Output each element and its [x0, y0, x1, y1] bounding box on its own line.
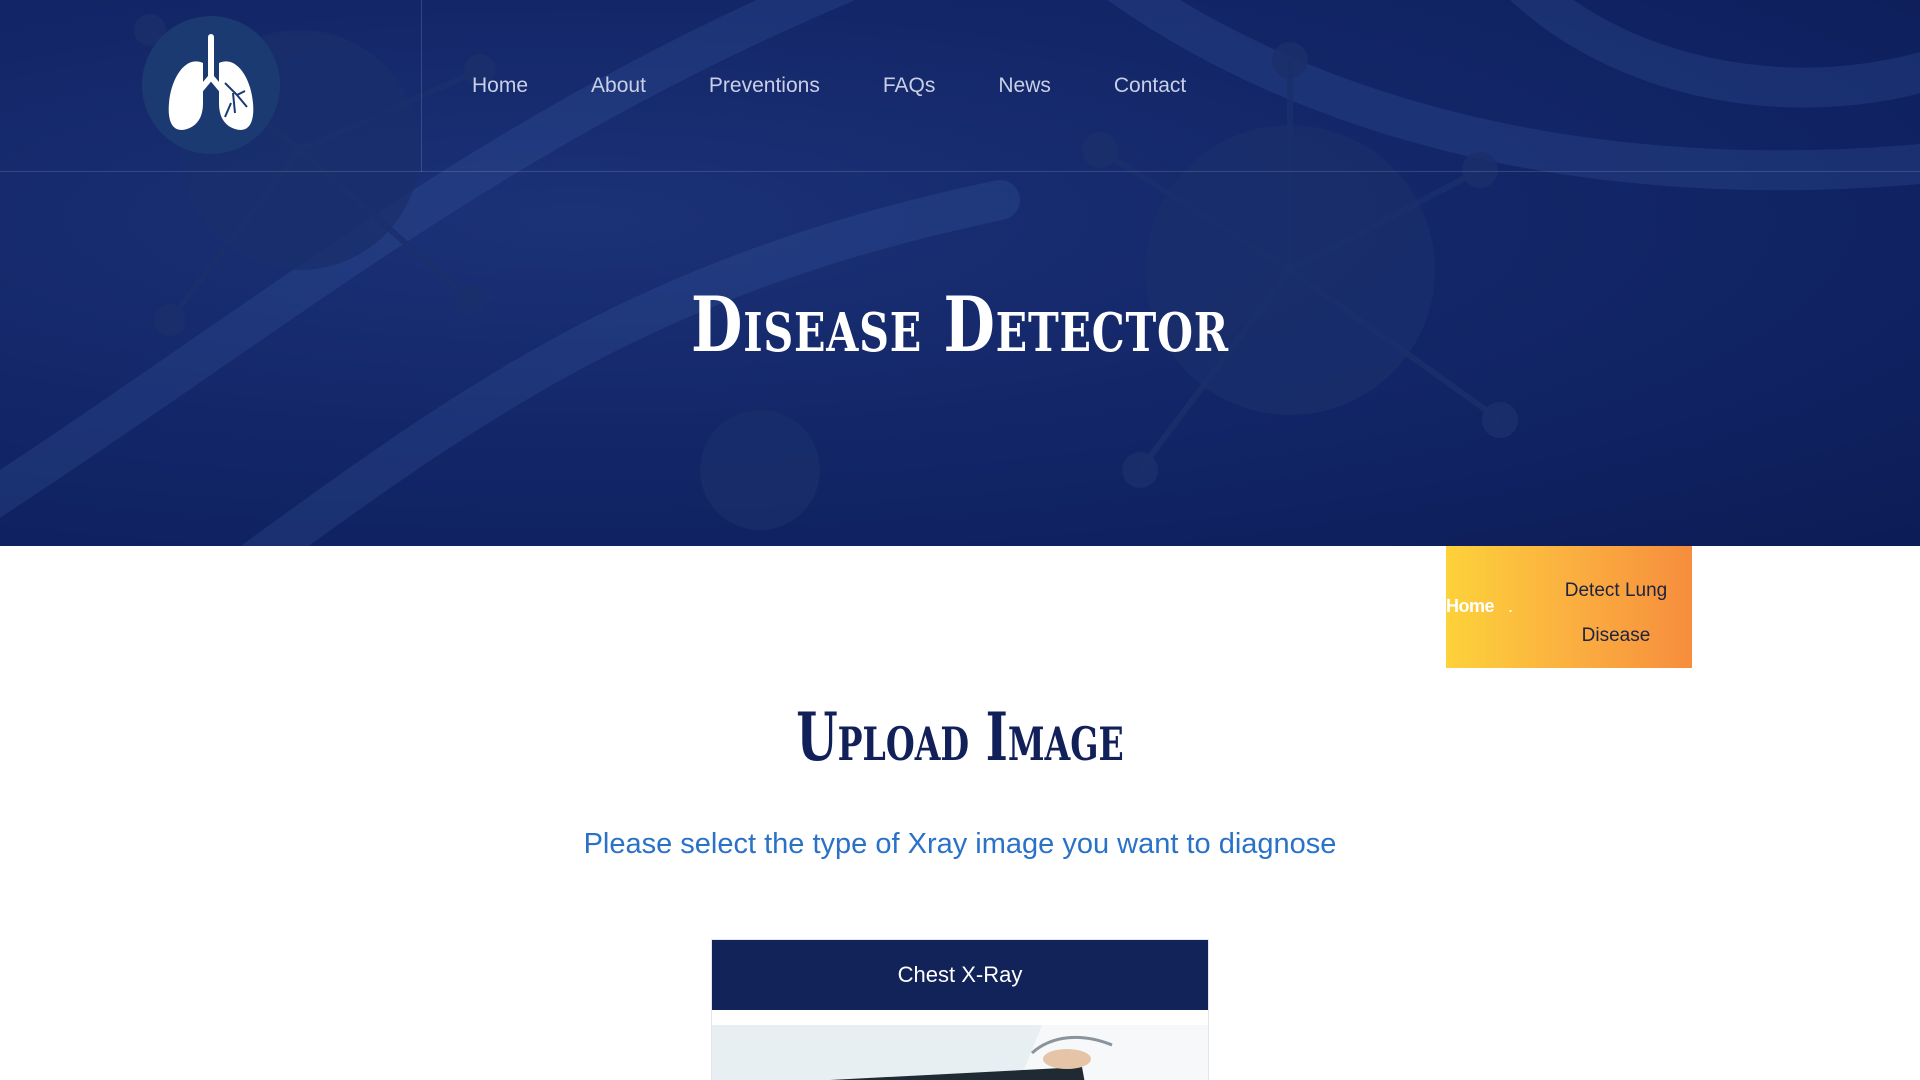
- lungs-icon: [168, 34, 254, 130]
- site-logo[interactable]: [142, 16, 280, 154]
- breadcrumb-current: Detect Lung Disease: [1564, 580, 1668, 646]
- breadcrumb-separator: .: [1508, 596, 1514, 616]
- breadcrumb-home-link[interactable]: Home: [1446, 596, 1495, 617]
- nav-news[interactable]: News: [998, 70, 1051, 102]
- nav-contact[interactable]: Contact: [1114, 70, 1186, 102]
- page-title: Disease Detector: [691, 280, 1229, 369]
- breadcrumb: Home . Detect Lung Disease: [1446, 546, 1692, 668]
- nav-faqs[interactable]: FAQs: [883, 70, 936, 102]
- doctor-xray-illustration: [712, 1025, 1208, 1080]
- xray-type-card[interactable]: Chest X-Ray: [711, 939, 1209, 1080]
- chest-xray-button[interactable]: Chest X-Ray: [712, 940, 1208, 1010]
- chest-xray-image[interactable]: [712, 1025, 1208, 1080]
- site-header: Home About Preventions FAQs News Contact: [0, 0, 1920, 172]
- logo-area: [0, 0, 422, 172]
- hero-banner: Home About Preventions FAQs News Contact…: [0, 0, 1920, 546]
- nav-home[interactable]: Home: [472, 70, 528, 102]
- nav-about[interactable]: About: [591, 70, 646, 102]
- section-title: Upload Image: [796, 698, 1124, 776]
- nav-preventions[interactable]: Preventions: [709, 70, 820, 102]
- section-subtitle: Please select the type of Xray image you…: [583, 828, 1337, 860]
- main-nav: Home About Preventions FAQs News Contact: [472, 70, 1249, 102]
